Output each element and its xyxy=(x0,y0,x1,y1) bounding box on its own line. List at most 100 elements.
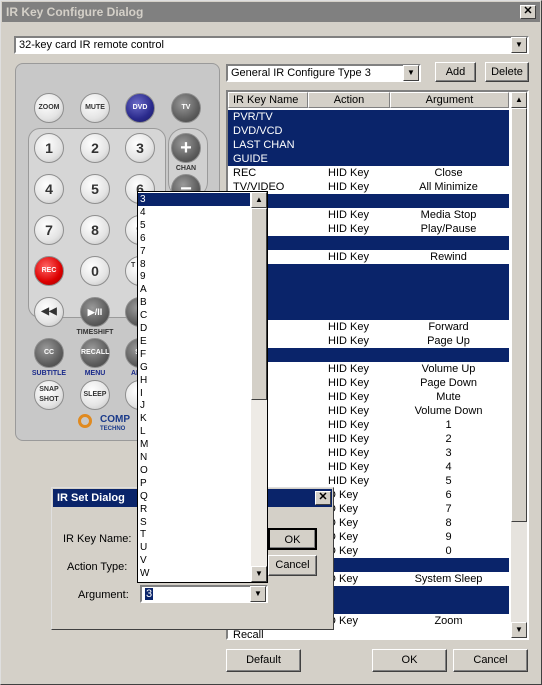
dropdown-option[interactable]: T xyxy=(138,528,250,541)
remote-play-pause-button[interactable]: ▶/II xyxy=(80,297,110,327)
ok-button[interactable]: OK xyxy=(372,649,447,672)
ir-dialog-cancel-button[interactable]: Cancel xyxy=(268,555,317,576)
argument-dropdown-list[interactable]: 3456789ABCDEFGHIJKLMNOPQRSTUVW ▲ ▼ xyxy=(137,191,268,583)
dropdown-option[interactable]: H xyxy=(138,374,250,387)
table-row[interactable] xyxy=(228,348,509,362)
dropdown-option[interactable]: V xyxy=(138,554,250,567)
dropdown-option[interactable]: C xyxy=(138,309,250,322)
table-row[interactable]: HID Key Page Down xyxy=(228,376,509,390)
column-header-ir-key-name[interactable]: IR Key Name xyxy=(228,92,308,108)
dropdown-option[interactable]: K xyxy=(138,412,250,425)
dropdown-option[interactable]: B xyxy=(138,296,250,309)
dropdown-option[interactable]: 7 xyxy=(138,245,250,258)
remote-cc-button[interactable]: CC xyxy=(34,338,64,368)
dropdown-scroll-down-icon[interactable]: ▼ xyxy=(251,566,267,582)
table-row[interactable]: HID Key 3 xyxy=(228,446,509,460)
table-row[interactable]: HID Key Volume Down xyxy=(228,404,509,418)
remote-digit-3[interactable]: 3 xyxy=(125,133,155,163)
remote-snapshot-button[interactable]: SNAP SHOT xyxy=(34,380,64,410)
dropdown-option[interactable]: I xyxy=(138,387,250,400)
dropdown-option[interactable]: W xyxy=(138,567,250,580)
table-row[interactable]: HID Key Media Stop xyxy=(228,208,509,222)
table-row[interactable]: HID Key Page Up xyxy=(228,334,509,348)
remote-type-select[interactable]: 32-key card IR remote control xyxy=(14,36,529,54)
remote-rec-button[interactable]: REC xyxy=(34,256,64,286)
dropdown-option[interactable]: 9 xyxy=(138,270,250,283)
remote-zoom-button[interactable]: ZOOM xyxy=(34,93,64,123)
remote-sleep-button[interactable]: SLEEP xyxy=(80,380,110,410)
default-button[interactable]: Default xyxy=(226,649,301,672)
remote-tv-button[interactable]: TV xyxy=(171,93,201,123)
dropdown-option[interactable]: 8 xyxy=(138,258,250,271)
scrollbar-thumb[interactable] xyxy=(511,108,527,522)
dropdown-option[interactable]: P xyxy=(138,477,250,490)
dropdown-option[interactable]: 4 xyxy=(138,206,250,219)
dropdown-option[interactable]: M xyxy=(138,438,250,451)
dropdown-option[interactable]: J xyxy=(138,399,250,412)
dropdown-option[interactable]: F xyxy=(138,348,250,361)
add-button[interactable]: Add xyxy=(435,62,476,82)
remote-recall-button[interactable]: RECALL xyxy=(80,338,110,368)
ir-dialog-close-button[interactable]: ✕ xyxy=(315,491,331,505)
list-vertical-scrollbar[interactable]: ▲ ▼ xyxy=(511,92,527,638)
dropdown-scrollbar[interactable]: ▲ ▼ xyxy=(251,192,267,582)
delete-button[interactable]: Delete xyxy=(485,62,529,82)
column-header-argument[interactable]: Argument xyxy=(390,92,509,108)
remote-digit-7[interactable]: 7 xyxy=(34,215,64,245)
dropdown-option[interactable]: 5 xyxy=(138,219,250,232)
table-row[interactable] xyxy=(228,306,509,320)
cancel-button[interactable]: Cancel xyxy=(453,649,528,672)
dropdown-option[interactable]: G xyxy=(138,361,250,374)
remote-dvd-button[interactable]: DVD xyxy=(125,93,155,123)
dropdown-option[interactable]: Q xyxy=(138,490,250,503)
remote-digit-4[interactable]: 4 xyxy=(34,174,64,204)
table-row[interactable]: IFTHID KeyPlay/Pause xyxy=(228,222,509,236)
remote-mute-button[interactable]: MUTE xyxy=(80,93,110,123)
table-row[interactable]: TV/VIDEO HID Key All Minimize xyxy=(228,180,509,194)
table-row[interactable]: LAST CHAN xyxy=(228,138,509,152)
remote-digit-1[interactable]: 1 xyxy=(34,133,64,163)
table-row[interactable]: HID Key Mute xyxy=(228,390,509,404)
dropdown-option[interactable]: S xyxy=(138,516,250,529)
table-row[interactable]: DVD/VCD xyxy=(228,124,509,138)
table-row[interactable]: HID Key 4 xyxy=(228,460,509,474)
table-row[interactable] xyxy=(228,292,509,306)
remote-chan-up[interactable]: + xyxy=(171,133,201,163)
table-row[interactable]: HID Key 1 xyxy=(228,418,509,432)
table-row[interactable] xyxy=(228,194,509,208)
dropdown-option[interactable]: 6 xyxy=(138,232,250,245)
window-close-button[interactable]: ✕ xyxy=(520,5,536,19)
table-row[interactable] xyxy=(228,264,509,278)
table-row[interactable] xyxy=(228,236,509,250)
argument-dropdown-arrow[interactable]: ▼ xyxy=(250,586,266,602)
dropdown-option[interactable]: L xyxy=(138,425,250,438)
table-row[interactable]: HID Key 5 xyxy=(228,474,509,488)
table-row[interactable]: GUIDE xyxy=(228,152,509,166)
dropdown-option[interactable]: D xyxy=(138,322,250,335)
dropdown-option[interactable]: A xyxy=(138,283,250,296)
argument-select[interactable]: 3 xyxy=(140,585,268,603)
table-row[interactable] xyxy=(228,278,509,292)
dropdown-option[interactable]: R xyxy=(138,503,250,516)
table-row[interactable]: REC HID Key Close xyxy=(228,166,509,180)
ir-dialog-ok-button[interactable]: OK xyxy=(268,528,317,550)
remote-digit-5[interactable]: 5 xyxy=(80,174,110,204)
dropdown-scroll-thumb[interactable] xyxy=(251,208,267,400)
table-row[interactable]: ARDHID KeyForward xyxy=(228,320,509,334)
remote-digit-8[interactable]: 8 xyxy=(80,215,110,245)
dropdown-option[interactable]: U xyxy=(138,541,250,554)
table-row[interactable]: HID Key Volume Up xyxy=(228,362,509,376)
remote-type-dropdown-arrow[interactable]: ▼ xyxy=(511,37,527,53)
remote-rewind-button[interactable]: ◀◀ xyxy=(34,297,64,327)
dropdown-option[interactable]: O xyxy=(138,464,250,477)
remote-digit-2[interactable]: 2 xyxy=(80,133,110,163)
remote-digit-0[interactable]: 0 xyxy=(80,256,110,286)
config-type-dropdown-arrow[interactable]: ▼ xyxy=(403,65,419,81)
dropdown-option[interactable]: 3 xyxy=(138,193,250,206)
dropdown-scroll-up-icon[interactable]: ▲ xyxy=(251,192,267,208)
column-header-action[interactable]: Action xyxy=(308,92,390,108)
scroll-up-arrow-icon[interactable]: ▲ xyxy=(511,92,527,108)
table-row[interactable]: PVR/TV xyxy=(228,110,509,124)
dropdown-option[interactable]: N xyxy=(138,451,250,464)
scroll-down-arrow-icon[interactable]: ▼ xyxy=(511,622,527,638)
